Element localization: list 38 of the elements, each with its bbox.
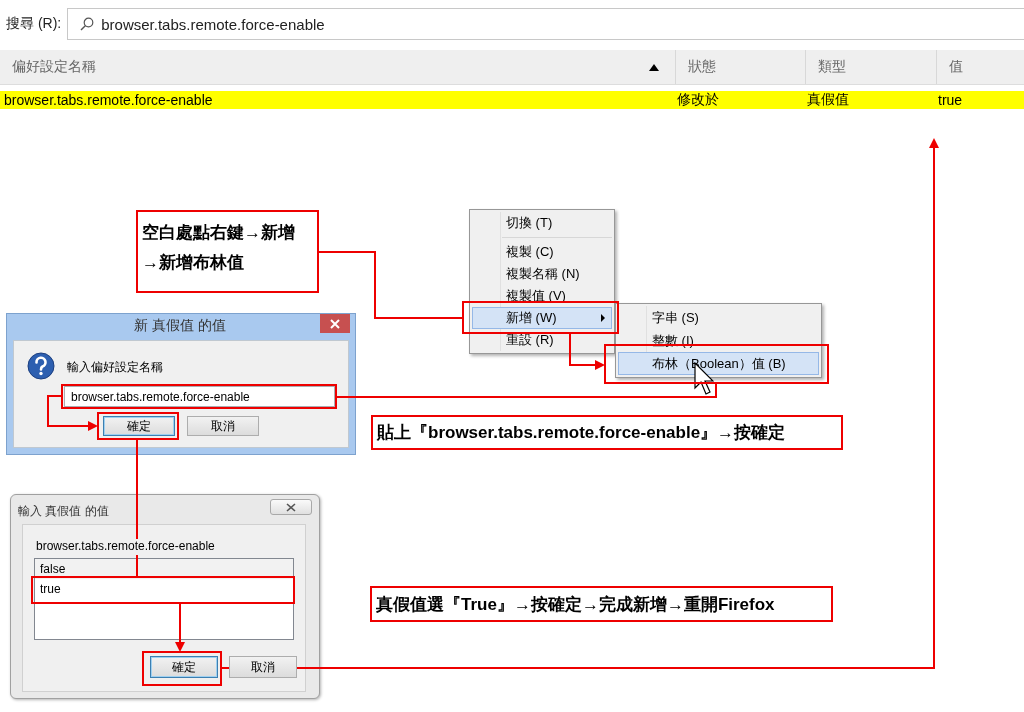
question-icon xyxy=(27,352,55,380)
menu-item[interactable]: 布林（Boolean）值 (B) xyxy=(618,352,819,375)
close-icon xyxy=(330,318,340,329)
dialog-title: 輸入 真假值 的值 xyxy=(18,503,110,520)
menu-item[interactable]: 複製名稱 (N) xyxy=(472,262,612,285)
table-cell-text: 真假值 xyxy=(806,91,850,109)
dialog-prompt: 輸入偏好設定名稱 xyxy=(67,359,164,375)
dialog-title: 新 真假值 的值 xyxy=(133,317,227,335)
annotation-callout: 空白處點右鍵→新增 →新增布林值 xyxy=(136,210,319,293)
annotation-callout: 真假值選『True』→按確定→完成新增→重開Firefox xyxy=(370,586,833,622)
search-label: 搜尋 (R): xyxy=(6,15,62,33)
list-option[interactable]: true xyxy=(35,579,293,599)
menu-item[interactable]: 切換 (T) xyxy=(472,212,612,234)
menu-item[interactable]: 重設 (R) xyxy=(472,329,612,351)
dialog-button[interactable]: 取消 xyxy=(229,656,297,678)
table-row[interactable]: browser.tabs.remote.force-enable 修改於 真假值 true xyxy=(0,91,1024,109)
close-button[interactable] xyxy=(270,499,312,515)
table-cell-text: 修改於 xyxy=(676,91,720,109)
arrow-connector xyxy=(175,602,185,652)
search-field[interactable]: browser.tabs.remote.force-enable xyxy=(67,8,1024,40)
name-input-field[interactable]: browser.tabs.remote.force-enable xyxy=(64,386,335,407)
close-button[interactable] xyxy=(320,314,350,333)
menu-item[interactable]: 複製 (C) xyxy=(472,240,612,263)
column-header[interactable]: 狀態 xyxy=(675,50,805,84)
table-cell-text: true xyxy=(937,92,964,108)
search-icon xyxy=(80,17,95,31)
column-header[interactable]: 類型 xyxy=(805,50,936,84)
dialog-button[interactable]: 確定 xyxy=(150,656,218,678)
annotation-callout: 貼上『browser.tabs.remote.force-enable』→按確定 xyxy=(371,415,843,450)
dialog-button[interactable]: 取消 xyxy=(187,416,259,436)
dialog-prompt: browser.tabs.remote.force-enable xyxy=(36,539,216,555)
dialog-button[interactable]: 確定 xyxy=(103,416,175,436)
menu-item[interactable]: 字串 (S) xyxy=(618,306,819,329)
column-header[interactable]: 值 xyxy=(936,50,1024,84)
close-icon xyxy=(286,502,296,512)
column-header[interactable]: 偏好設定名稱 xyxy=(0,50,675,84)
menu-item[interactable]: 新增 (W) xyxy=(472,306,612,329)
table-cell-text: browser.tabs.remote.force-enable xyxy=(3,92,214,108)
